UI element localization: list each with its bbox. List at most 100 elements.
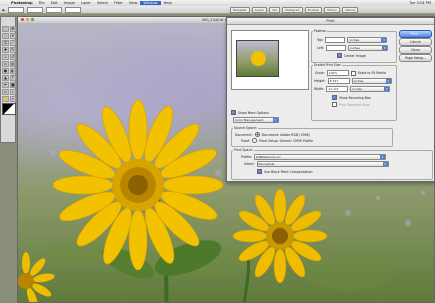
type-tool-icon[interactable]: T bbox=[9, 75, 16, 81]
show-more-options-checkbox[interactable]: ✓ bbox=[231, 110, 236, 115]
profile-select[interactable]: Z-BWGamma.icc ▾ bbox=[254, 154, 386, 160]
source-proof-value: Proof Setup: Generic CMYK Profile bbox=[259, 138, 313, 143]
print-selected-area-row: Print Selected Area bbox=[332, 102, 370, 107]
crop-tool-icon[interactable]: ⌗ bbox=[2, 40, 9, 46]
hand-tool-icon[interactable]: ✋ bbox=[2, 96, 9, 102]
color-management-select[interactable]: Color Management ▾ bbox=[233, 117, 279, 123]
cancel-button[interactable]: Cancel bbox=[399, 38, 432, 46]
palette-tab-info[interactable]: Info bbox=[268, 6, 281, 13]
top-unit-select[interactable]: inches ▾ bbox=[347, 37, 388, 43]
palette-tab-layers[interactable]: Layers bbox=[251, 6, 267, 13]
done-button[interactable]: Done bbox=[399, 46, 432, 54]
eyedropper-tool-icon[interactable]: ⌁ bbox=[9, 89, 16, 95]
color-management-value: Color Management bbox=[235, 118, 264, 122]
height-unit-value: inches bbox=[353, 79, 364, 83]
left-field[interactable] bbox=[326, 45, 347, 51]
print-preview bbox=[231, 30, 309, 90]
color-swatches[interactable] bbox=[2, 103, 16, 115]
menu-file[interactable]: File bbox=[36, 1, 48, 5]
palette-tab-actions[interactable]: Actions bbox=[341, 6, 359, 13]
menu-help[interactable]: Help bbox=[161, 1, 175, 5]
print-dialog: Print Position Top: inches ▾ Left: inches… bbox=[226, 17, 435, 182]
options-field-4[interactable] bbox=[64, 6, 81, 13]
menu-view[interactable]: View bbox=[126, 1, 141, 5]
palette-tab-history[interactable]: History bbox=[324, 6, 340, 13]
notes-tool-icon[interactable]: ▱ bbox=[2, 89, 9, 95]
intent-row: Intent: Perceptual ▾ bbox=[244, 161, 389, 167]
blur-tool-icon[interactable]: ● bbox=[2, 68, 9, 74]
print-space-label: Print Space: bbox=[233, 148, 255, 152]
height-unit-select[interactable]: inches ▾ bbox=[351, 78, 392, 84]
dodge-tool-icon[interactable]: ◐ bbox=[9, 68, 16, 74]
clone-stamp-tool-icon[interactable]: ⊥ bbox=[2, 54, 9, 60]
width-field[interactable]: 11.111 bbox=[326, 86, 349, 92]
intent-value: Perceptual bbox=[258, 162, 275, 166]
palette-well: Navigator Layers Info Histogram Brushes … bbox=[228, 6, 435, 14]
eraser-tool-icon[interactable]: ▭ bbox=[2, 61, 9, 67]
chevron-down-icon: ▾ bbox=[381, 38, 387, 42]
show-more-options-row: ✓ Show More Options bbox=[231, 110, 269, 115]
height-label: Height: bbox=[314, 79, 326, 83]
source-document-label: Document: bbox=[235, 132, 253, 137]
pen-tool-icon[interactable]: ✒ bbox=[2, 82, 9, 88]
width-label: Width: bbox=[314, 87, 325, 91]
zoom-tool-icon[interactable]: ⌕ bbox=[9, 96, 16, 102]
scale-to-fit-checkbox[interactable] bbox=[350, 70, 356, 76]
position-group-label: Position bbox=[313, 29, 328, 33]
slice-tool-icon[interactable]: ⟋ bbox=[9, 40, 16, 46]
shape-tool-icon[interactable]: ■ bbox=[9, 82, 16, 88]
menu-edit[interactable]: Edit bbox=[48, 1, 61, 5]
marquee-tool-icon[interactable]: ⬚ bbox=[2, 26, 9, 32]
menu-image[interactable]: Image bbox=[61, 1, 78, 5]
menu-select[interactable]: Select bbox=[94, 1, 111, 5]
options-field-2[interactable] bbox=[26, 6, 43, 13]
intent-select[interactable]: Perceptual ▾ bbox=[256, 161, 389, 167]
menu-layer[interactable]: Layer bbox=[78, 1, 94, 5]
minimize-window-icon[interactable] bbox=[26, 18, 29, 21]
height-field[interactable]: 8.347 bbox=[327, 78, 350, 84]
palette-tab-brushes[interactable]: Brushes bbox=[304, 6, 323, 13]
intent-label: Intent: bbox=[244, 162, 255, 166]
width-unit-value: inches bbox=[352, 87, 363, 91]
zoom-window-icon[interactable] bbox=[31, 18, 34, 21]
gradient-tool-icon[interactable]: ▤ bbox=[9, 61, 16, 67]
print-selected-area-label: Print Selected Area bbox=[339, 102, 370, 107]
options-field-3[interactable] bbox=[45, 6, 62, 13]
top-field[interactable] bbox=[325, 37, 346, 43]
left-label: Left: bbox=[317, 46, 325, 50]
center-image-checkbox[interactable]: ✓ bbox=[337, 53, 342, 58]
print-selected-area-checkbox[interactable] bbox=[332, 102, 337, 107]
print-button[interactable]: Print... bbox=[399, 30, 432, 38]
magic-wand-tool-icon[interactable]: ✦ bbox=[9, 33, 16, 39]
close-window-icon[interactable] bbox=[21, 18, 24, 21]
menu-filter[interactable]: Filter bbox=[111, 1, 126, 5]
left-unit-select[interactable]: inches ▾ bbox=[348, 45, 389, 51]
left-unit-value: inches bbox=[350, 46, 360, 50]
source-proof-radio[interactable] bbox=[252, 138, 258, 143]
tool-options-bar: ▣ bbox=[0, 6, 230, 14]
lasso-tool-icon[interactable]: ◌ bbox=[2, 33, 9, 39]
palette-tab-histogram[interactable]: Histogram bbox=[282, 6, 303, 13]
width-row: Width: 11.111 inches ▾ bbox=[314, 86, 391, 92]
path-selection-tool-icon[interactable]: ▲ bbox=[2, 75, 9, 81]
source-proof-label: Proof: bbox=[241, 138, 251, 143]
menu-window[interactable]: Window bbox=[140, 1, 161, 5]
black-point-checkbox[interactable]: ✓ bbox=[257, 169, 262, 174]
app-menu[interactable]: Photoshop bbox=[8, 1, 36, 5]
move-tool-icon[interactable]: ✥ bbox=[9, 26, 16, 32]
source-proof-row: Proof: Proof Setup: Generic CMYK Profile bbox=[241, 138, 313, 143]
width-unit-select[interactable]: inches ▾ bbox=[350, 86, 391, 92]
page-setup-button[interactable]: Page Setup... bbox=[399, 54, 432, 62]
scale-field[interactable]: 100% bbox=[326, 70, 349, 76]
history-brush-tool-icon[interactable]: ↺ bbox=[9, 54, 16, 60]
top-label: Top: bbox=[317, 38, 324, 42]
source-document-radio[interactable] bbox=[254, 132, 260, 137]
tool-preset-icon[interactable]: ▣ bbox=[2, 8, 5, 12]
palette-tab-navigator[interactable]: Navigator bbox=[230, 6, 250, 13]
show-bounding-box-checkbox[interactable]: ✓ bbox=[332, 95, 337, 100]
brush-tool-icon[interactable]: ✎ bbox=[9, 47, 16, 53]
chevron-down-icon: ▾ bbox=[384, 87, 390, 91]
source-space-label: Source Space: bbox=[233, 126, 258, 130]
options-field-1[interactable] bbox=[7, 6, 24, 13]
healing-brush-tool-icon[interactable]: ✚ bbox=[2, 47, 9, 53]
